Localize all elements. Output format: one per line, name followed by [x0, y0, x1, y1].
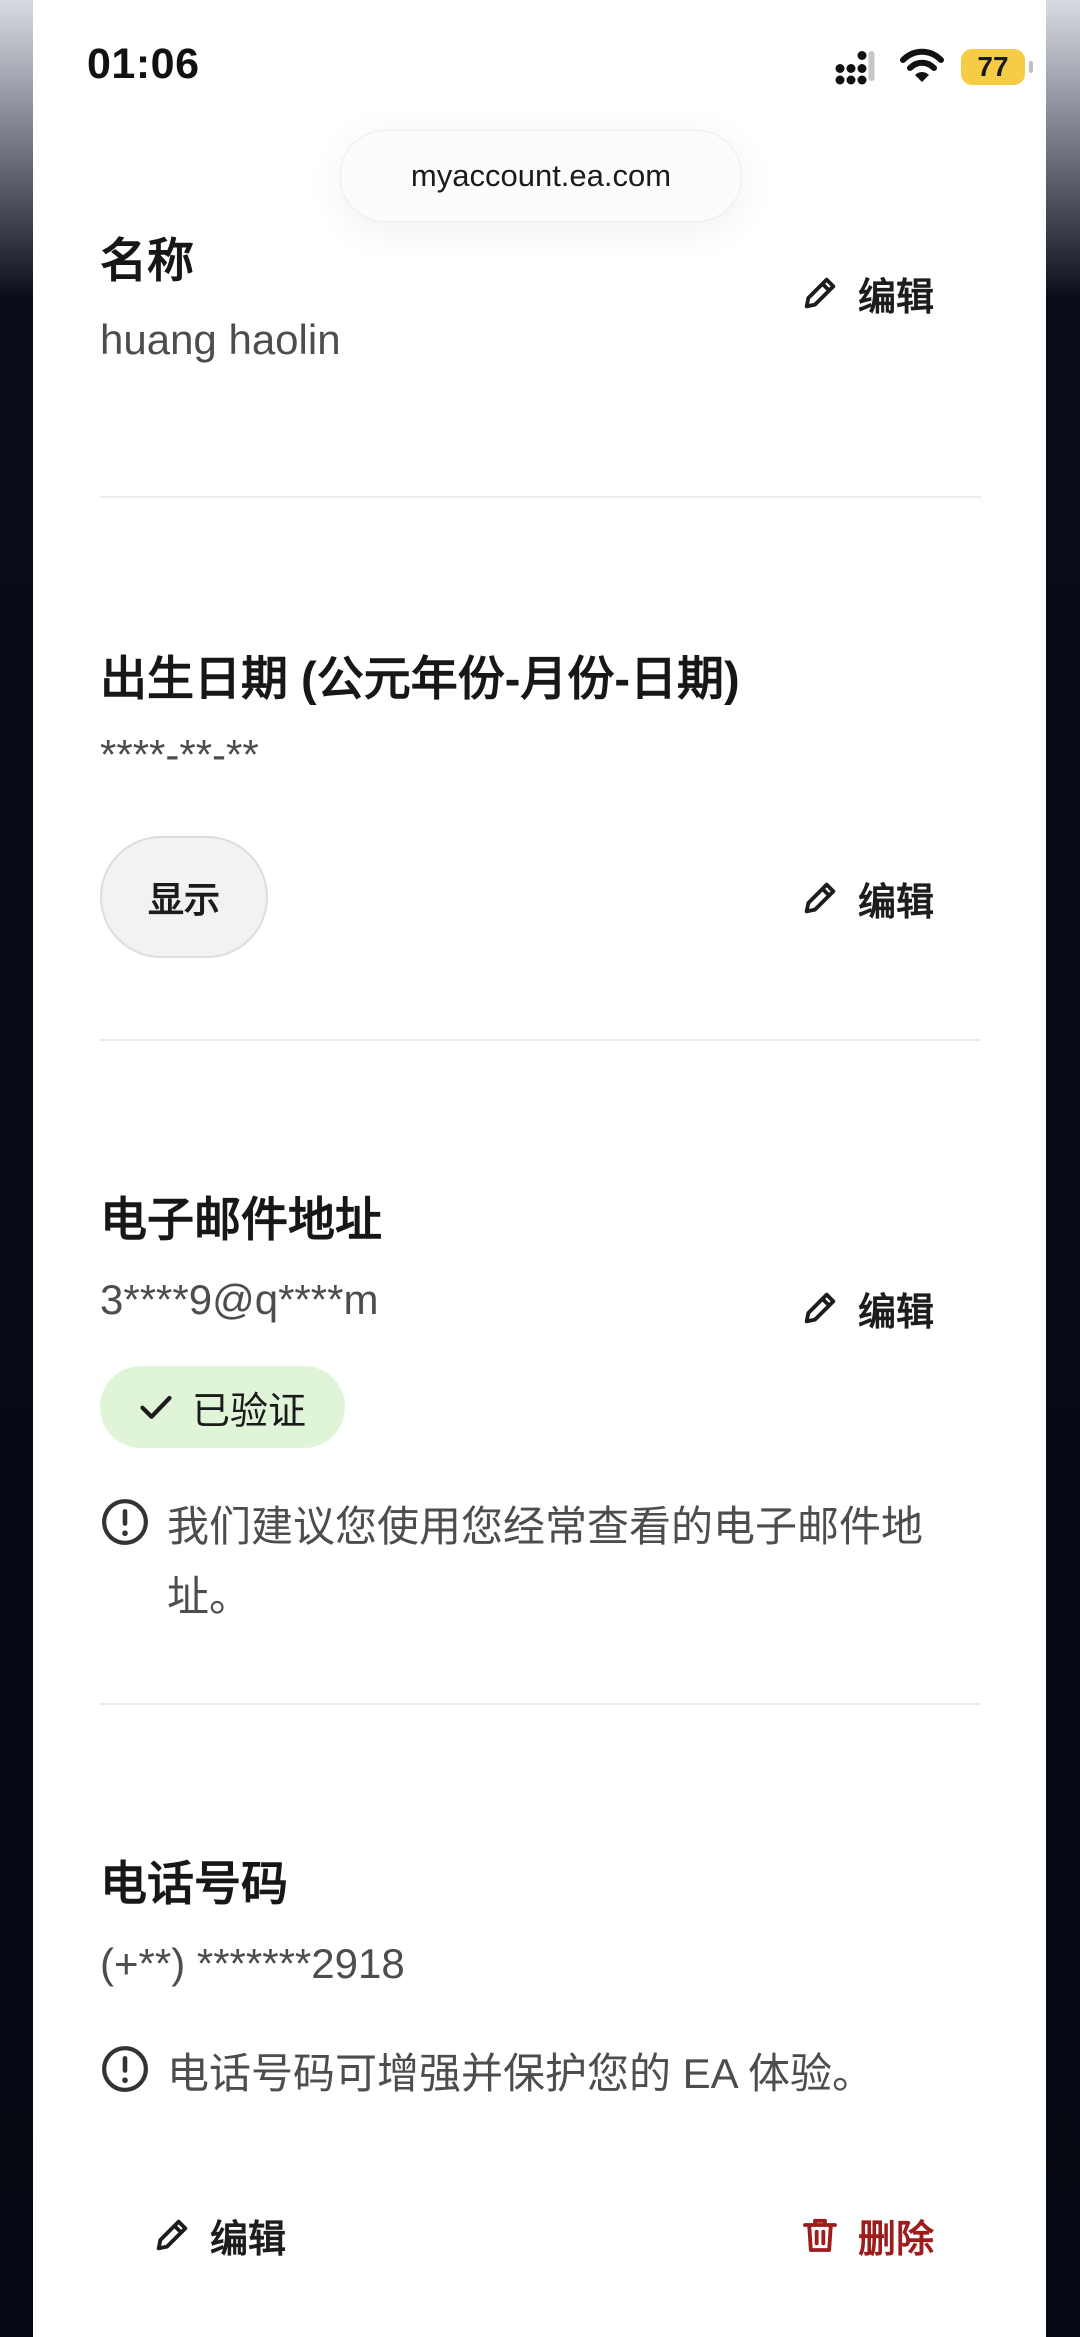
phone-edit-label: 编辑	[210, 2218, 287, 2261]
status-bar: 01:06 77	[0, 0, 1080, 130]
phone-delete-label: 删除	[858, 2218, 935, 2261]
birth-date-title: 出生日期 (公元年份-月份-日期)	[100, 652, 740, 705]
name-title: 名称	[100, 234, 194, 287]
email-notice-text: 我们建议您使用您经常查看的电子邮件地址。	[167, 1503, 924, 1620]
name-value: huang haolin	[100, 316, 341, 363]
pencil-icon	[804, 1292, 836, 1324]
pencil-icon	[804, 882, 836, 914]
status-icons: 77	[833, 46, 1033, 90]
email-notice: 我们建议您使用您经常查看的电子邮件地址。	[100, 1492, 980, 1632]
alert-circle-icon	[102, 1499, 148, 1545]
divider	[100, 496, 981, 498]
phone-notice-text: 电话号码可增强并保护您的 EA 体验。	[167, 2050, 875, 2097]
email-value: 3****9@q****m	[100, 1276, 379, 1323]
pencil-icon	[804, 277, 836, 309]
phone-value: (+**) *******2918	[100, 1940, 405, 1987]
birth-date-edit-button[interactable]: 编辑	[800, 868, 934, 928]
signal-icon	[835, 51, 875, 85]
birth-date-edit-label: 编辑	[858, 881, 935, 924]
phone-delete-button[interactable]: 删除	[800, 2205, 934, 2265]
verified-label: 已验证	[192, 1390, 307, 1433]
phone-edit-button[interactable]: 编辑	[152, 2205, 286, 2265]
birth-date-value: ****-**-**	[100, 731, 259, 778]
trash-icon	[803, 2218, 837, 2252]
divider	[100, 1039, 981, 1041]
show-button-label: 显示	[147, 879, 220, 920]
divider	[100, 1703, 981, 1705]
checkmark-icon	[140, 1395, 172, 1419]
battery-icon: 77	[961, 49, 1033, 85]
show-birth-date-button[interactable]: 显示	[100, 836, 268, 958]
wifi-icon	[900, 48, 944, 82]
email-edit-button[interactable]: 编辑	[800, 1278, 934, 1338]
alert-circle-icon	[102, 2046, 148, 2092]
pencil-icon	[156, 2219, 188, 2251]
email-edit-label: 编辑	[858, 1291, 935, 1334]
name-edit-button[interactable]: 编辑	[800, 263, 934, 323]
phone-notice: 电话号码可增强并保护您的 EA 体验。	[100, 2039, 980, 2109]
verified-badge: 已验证	[100, 1366, 345, 1448]
phone-title: 电话号码	[100, 1857, 288, 1910]
email-title: 电子邮件地址	[100, 1193, 382, 1246]
name-edit-label: 编辑	[858, 276, 935, 319]
status-time: 01:06	[87, 40, 200, 88]
url-bar[interactable]: myaccount.ea.com	[340, 130, 742, 222]
